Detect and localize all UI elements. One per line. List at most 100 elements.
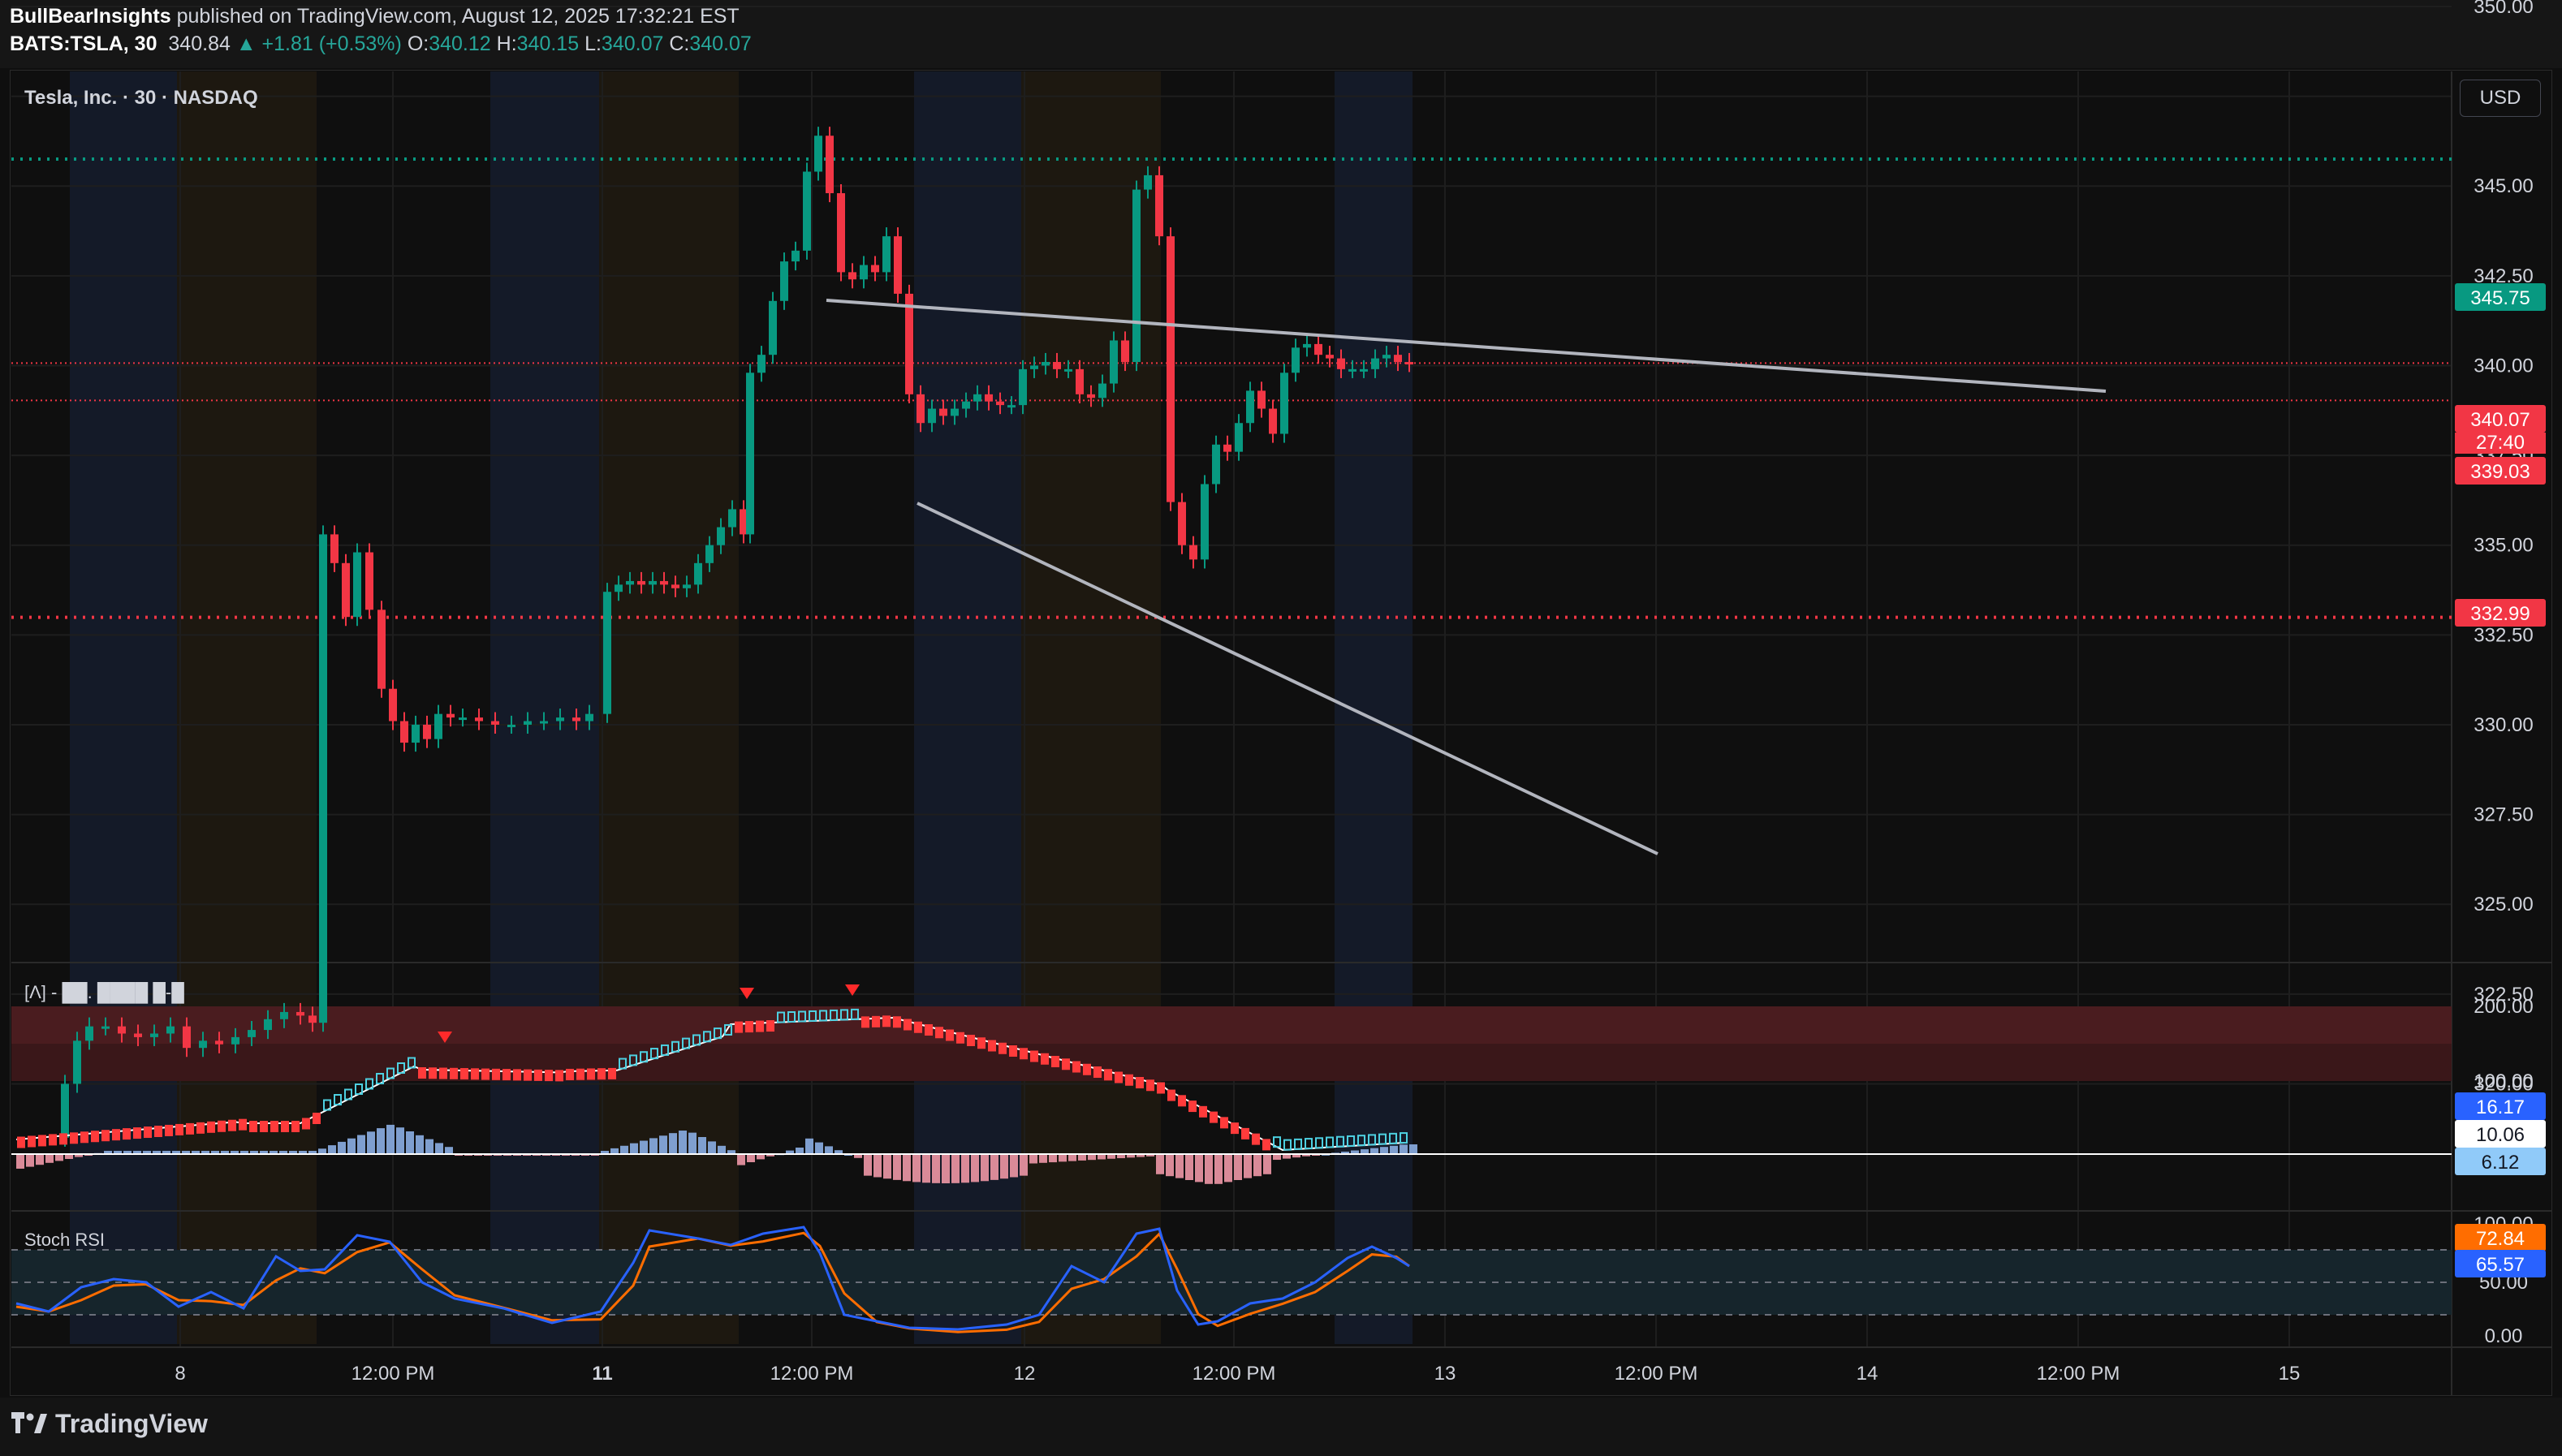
indicator-candle: [49, 1134, 57, 1146]
histogram-bar: [932, 1154, 940, 1183]
candle-body: [826, 136, 834, 194]
price-label: 332.99: [2470, 603, 2530, 625]
indicator-candle: [998, 1042, 1007, 1054]
candle-body: [540, 721, 548, 724]
histogram-bar: [1010, 1154, 1018, 1178]
candle-body: [491, 721, 499, 725]
histogram-bar: [708, 1141, 716, 1154]
candle-body: [637, 580, 645, 585]
candle-body: [556, 717, 564, 722]
indicator-legend[interactable]: [Λ] - ██. ████ █-█: [24, 981, 184, 1004]
tradingview-logo-icon: [11, 1411, 47, 1433]
indicator-candle: [1262, 1139, 1270, 1151]
time-tick: 12:00 PM: [1193, 1363, 1276, 1385]
stoch-rsi-legend[interactable]: Stoch RSI: [24, 1230, 105, 1250]
histogram-bar: [805, 1138, 813, 1154]
indicator-candle: [861, 1016, 869, 1028]
candle-body: [871, 265, 879, 273]
histogram-bar: [640, 1140, 648, 1154]
histogram-bar: [630, 1143, 638, 1154]
indicator-candle: [1167, 1089, 1175, 1101]
indicator-candle: [1051, 1056, 1059, 1067]
candle-body: [215, 1040, 223, 1045]
candle-body: [1201, 484, 1209, 560]
histogram-bar: [903, 1154, 911, 1182]
candle-body: [1382, 355, 1391, 359]
histogram-bar: [951, 1154, 960, 1183]
indicator-candle: [967, 1035, 975, 1046]
candle-body: [1053, 362, 1061, 369]
indicator-candle: [608, 1067, 616, 1079]
price-tick: 330.00: [2474, 714, 2533, 736]
candle-body: [791, 250, 800, 262]
candle-body: [894, 236, 902, 294]
candle-body: [803, 171, 811, 251]
indicator-candle: [175, 1123, 183, 1135]
candle-body: [660, 580, 668, 585]
histogram-bar: [435, 1143, 443, 1154]
candle-body: [1178, 502, 1186, 545]
candle-body: [1269, 408, 1277, 434]
histogram-bar: [1224, 1154, 1232, 1182]
indicator-candle: [218, 1120, 226, 1132]
candle-body: [423, 724, 431, 739]
histogram-bar: [1244, 1154, 1252, 1178]
candle-body: [973, 394, 981, 402]
candle-body: [917, 394, 925, 424]
time-tick: 15: [2279, 1363, 2301, 1385]
chart-canvas[interactable]: 352.50350.00347.50345.00342.50340.00337.…: [0, 0, 2562, 1456]
candle-body: [905, 293, 913, 394]
time-tick: 12:00 PM: [2037, 1363, 2120, 1385]
histogram-bar: [1263, 1154, 1271, 1174]
candle-body: [1110, 340, 1118, 384]
candle-body: [183, 1026, 191, 1049]
candle-body: [1189, 545, 1197, 560]
histogram-bar: [990, 1154, 998, 1180]
candle-body: [389, 688, 397, 722]
indicator-candle: [1252, 1133, 1260, 1145]
indicator-candle: [524, 1069, 532, 1081]
currency-button[interactable]: USD: [2460, 80, 2541, 117]
candle-body: [61, 1083, 69, 1138]
indicator-candle: [70, 1132, 78, 1144]
indicator-candle: [59, 1133, 67, 1145]
candle-body: [330, 534, 339, 563]
histogram-bar: [718, 1145, 726, 1154]
histogram-bar: [669, 1133, 677, 1154]
candle-body: [459, 717, 467, 721]
tradingview-brand[interactable]: TradingView: [11, 1409, 208, 1439]
overbought-zone: [11, 1006, 2452, 1044]
histogram-bar: [377, 1128, 385, 1154]
candle-body: [507, 724, 515, 727]
symbol-legend[interactable]: Tesla, Inc. · 30 · NASDAQ: [24, 87, 258, 109]
indicator-candle: [196, 1122, 205, 1134]
price-tick: 345.00: [2474, 175, 2533, 197]
indicator-tick: 100.00: [2474, 1070, 2533, 1092]
indicator-candle: [534, 1069, 542, 1081]
candle-body: [1042, 362, 1050, 366]
histogram-bar: [1214, 1154, 1223, 1184]
price-tick: 335.00: [2474, 535, 2533, 557]
indicator-candle: [249, 1121, 257, 1132]
candle-body: [1019, 368, 1027, 406]
indicator-candle: [745, 1021, 753, 1033]
histogram-bar: [347, 1138, 356, 1154]
candle-body: [996, 401, 1004, 406]
indicator-candle: [597, 1068, 606, 1080]
candle-body: [746, 373, 754, 535]
indicator-label: 6.12: [2482, 1152, 2520, 1174]
indicator-candle: [101, 1130, 110, 1142]
candle-body: [671, 584, 679, 588]
indicator-candle: [439, 1067, 447, 1079]
indicator-candle: [904, 1019, 912, 1031]
indicator-candle: [186, 1122, 194, 1135]
indicator-candle: [123, 1128, 131, 1140]
indicator-candle: [239, 1118, 247, 1131]
histogram-bar: [26, 1154, 34, 1167]
candle-body: [150, 1033, 158, 1037]
candle-body: [134, 1033, 142, 1037]
indicator-candle: [988, 1040, 996, 1052]
candle-body: [475, 717, 483, 722]
candle-body: [1280, 373, 1288, 434]
indicator-candle: [165, 1124, 173, 1136]
